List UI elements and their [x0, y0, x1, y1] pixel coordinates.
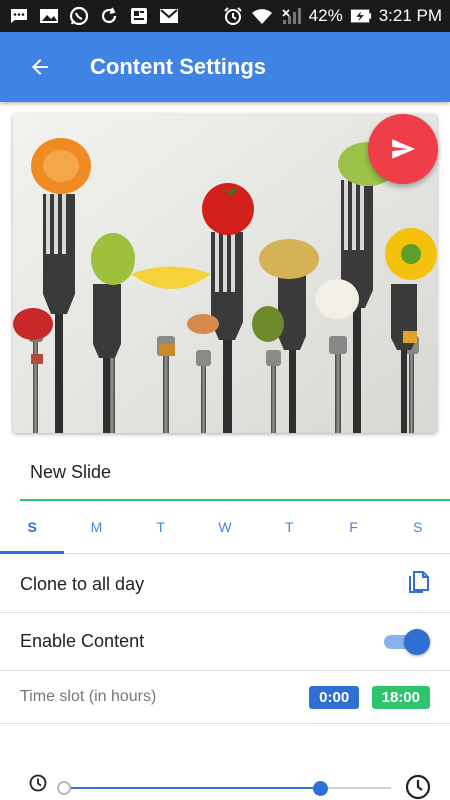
toggle-thumb [404, 628, 430, 655]
clock-time: 3:21 PM [378, 6, 442, 25]
slider-track [328, 787, 391, 789]
clock-large-icon [405, 774, 431, 800]
send-button[interactable] [368, 114, 438, 184]
alarm-icon [222, 7, 244, 25]
tab-saturday[interactable]: S [386, 512, 450, 553]
tab-wednesday[interactable]: W [193, 512, 257, 553]
day-tabs: S M T W T F S [0, 512, 450, 554]
tab-sunday[interactable]: S [0, 512, 65, 554]
page-title: Content Settings [90, 54, 266, 79]
slider-range-fill [71, 787, 313, 789]
clone-to-all-day-row[interactable]: Clone to all day [0, 556, 450, 613]
back-button[interactable] [20, 47, 60, 87]
time-slot-label: Time slot (in hours) [20, 688, 157, 705]
time-slot-row: Time slot (in hours) 0:00 18:00 [0, 671, 450, 724]
news-icon [128, 7, 150, 25]
signal-icon [280, 7, 302, 25]
tab-thursday[interactable]: T [257, 512, 321, 553]
tab-monday[interactable]: M [64, 512, 128, 553]
time-end-badge[interactable]: 18:00 [371, 685, 430, 709]
wifi-icon [251, 7, 273, 25]
sync-icon [98, 7, 120, 25]
time-start-badge[interactable]: 0:00 [309, 685, 360, 709]
enable-content-toggle[interactable] [384, 628, 430, 655]
enable-content-label: Enable Content [20, 631, 145, 651]
slide-name-field[interactable]: New Slide [20, 452, 450, 501]
chat-icon [8, 7, 30, 25]
slider-end-handle[interactable] [313, 781, 328, 796]
tab-friday[interactable]: F [321, 512, 385, 553]
status-right: 42% 3:21 PM [222, 6, 442, 26]
clone-label: Clone to all day [20, 573, 145, 594]
tab-tuesday[interactable]: T [129, 512, 193, 553]
arrow-left-icon [32, 59, 48, 75]
send-icon [392, 139, 415, 159]
enable-content-row: Enable Content [0, 613, 450, 671]
status-bar: 42% 3:21 PM [0, 0, 450, 32]
battery-charging-icon [350, 7, 372, 25]
copy-file-icon[interactable] [408, 570, 430, 599]
time-badges: 0:00 18:00 [301, 685, 430, 709]
battery-percent: 42% [308, 6, 343, 25]
image-icon [38, 7, 60, 25]
time-range-slider [0, 760, 450, 800]
gmail-icon [158, 7, 180, 25]
slider-start-handle[interactable] [57, 781, 71, 795]
app-bar: Content Settings [0, 32, 450, 102]
clock-small-icon [29, 774, 47, 792]
notification-icons [8, 6, 180, 26]
whatsapp-icon [68, 6, 90, 26]
